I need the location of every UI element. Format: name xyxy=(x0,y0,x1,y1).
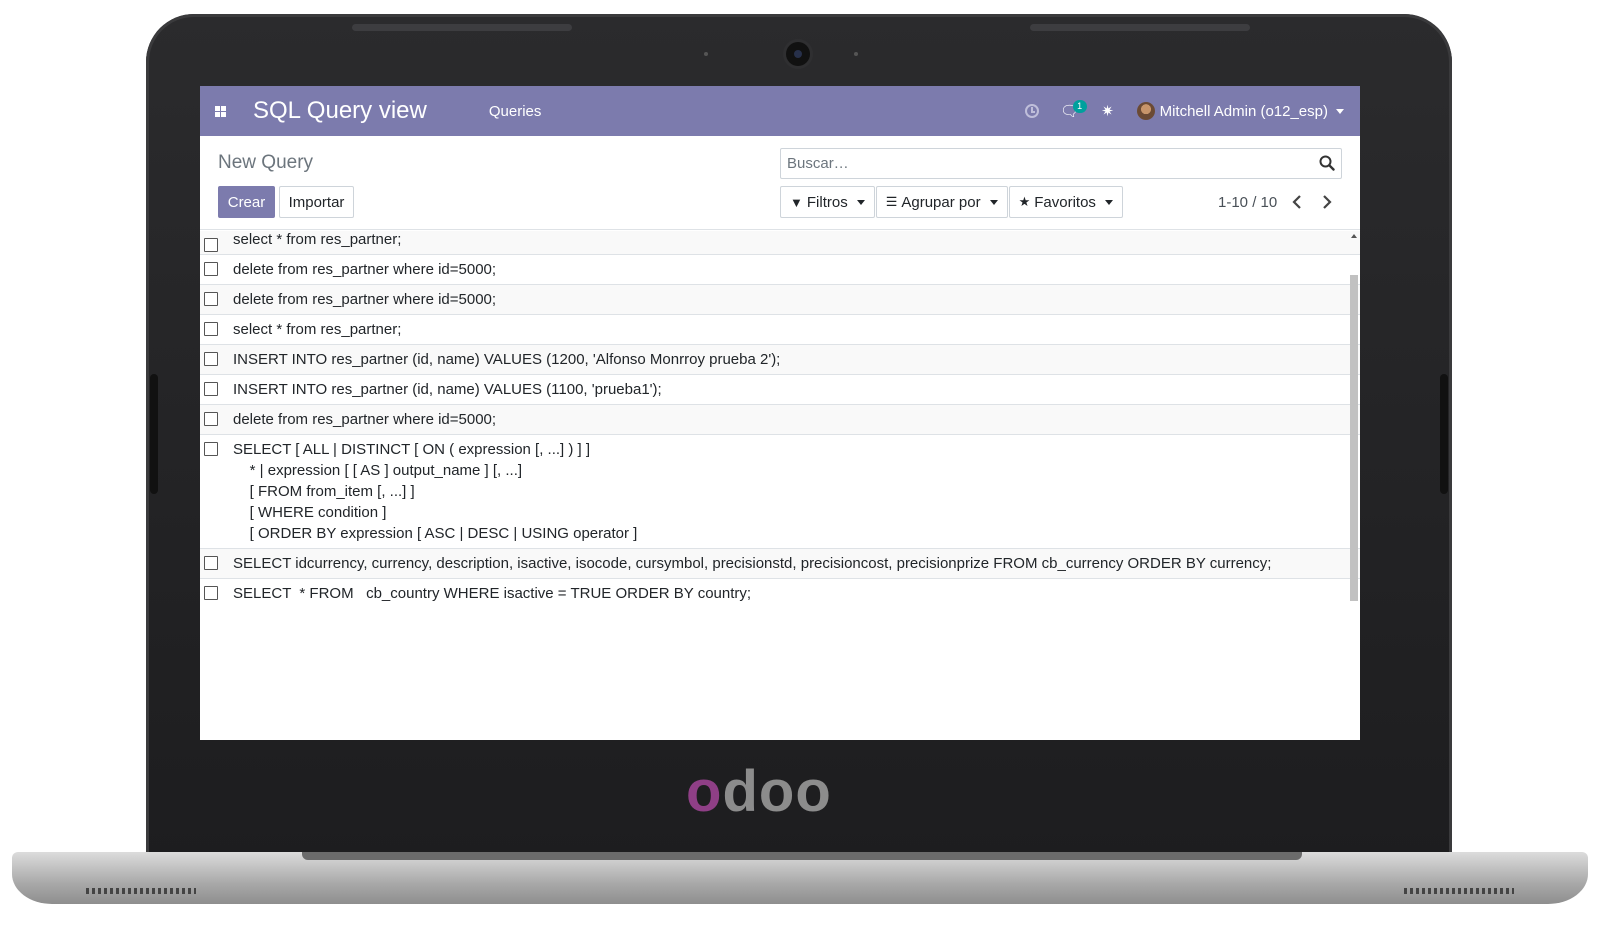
import-button[interactable]: Importar xyxy=(279,186,354,218)
query-text: delete from res_partner where id=5000; xyxy=(233,411,497,428)
list-row[interactable]: select * from res_partner; xyxy=(200,315,1360,345)
row-checkbox[interactable] xyxy=(204,238,218,252)
messages-count-badge: 1 xyxy=(1072,100,1087,113)
odoo-logo: o d o o xyxy=(686,759,831,824)
lid-edge xyxy=(150,374,158,494)
app-title[interactable]: SQL Query view xyxy=(253,97,427,125)
query-text: INSERT INTO res_partner (id, name) VALUE… xyxy=(233,351,781,368)
query-text: SELECT [ ALL | DISTINCT [ ON ( expressio… xyxy=(233,441,638,542)
list-row[interactable]: INSERT INTO res_partner (id, name) VALUE… xyxy=(200,375,1360,405)
star-icon: ★ xyxy=(1018,194,1031,209)
pager-next-button[interactable] xyxy=(1314,188,1340,216)
filters-label: Filtros xyxy=(806,193,848,211)
row-checkbox[interactable] xyxy=(204,292,218,306)
lid-ridge xyxy=(352,24,572,31)
lid-edge xyxy=(1440,374,1448,494)
row-checkbox[interactable] xyxy=(204,352,218,366)
query-text: select * from res_partner; xyxy=(233,321,402,338)
list-icon: ☰ xyxy=(885,194,898,209)
row-checkbox[interactable] xyxy=(204,442,218,456)
search-options: ▼ Filtros ☰ Agrupar por ★ Favoritos xyxy=(780,186,1124,218)
screen: SQL Query view Queries 🗨︎ 1 ✷ Mitchell A… xyxy=(200,86,1360,740)
main-navbar: SQL Query view Queries 🗨︎ 1 ✷ Mitchell A… xyxy=(200,86,1360,136)
mic-dot xyxy=(854,52,858,56)
lid-ridge xyxy=(1030,24,1250,31)
list-row[interactable]: SELECT idcurrency, currency, description… xyxy=(200,549,1360,579)
navbar-systray: 🗨︎ 1 ✷ Mitchell Admin (o12_esp) xyxy=(1013,86,1344,136)
search-input[interactable] xyxy=(781,155,1301,172)
bug-icon: ✷ xyxy=(1101,103,1114,120)
control-panel: New Query Crear Importar ▼ Filtros ☰ Agr… xyxy=(200,136,1360,230)
messages-button[interactable]: 🗨︎ 1 xyxy=(1051,86,1089,136)
avatar xyxy=(1136,102,1155,120)
speaker-grille xyxy=(1404,888,1514,894)
row-checkbox[interactable] xyxy=(204,262,218,276)
clock-icon xyxy=(1024,104,1039,118)
row-checkbox[interactable] xyxy=(204,412,218,426)
list-row[interactable]: SELECT * FROM cb_country WHERE isactive … xyxy=(200,579,1360,608)
query-text: delete from res_partner where id=5000; xyxy=(233,291,497,308)
logo-letter-o: o xyxy=(686,759,721,824)
laptop-base xyxy=(12,852,1588,904)
speaker-grille xyxy=(86,888,196,894)
filters-dropdown[interactable]: ▼ Filtros xyxy=(780,186,875,218)
logo-letter-o: o xyxy=(795,759,830,824)
logo-letter-o: o xyxy=(758,759,794,824)
chevron-down-icon xyxy=(856,199,865,205)
query-text: SELECT idcurrency, currency, description… xyxy=(233,555,1272,572)
scroll-up-icon[interactable] xyxy=(1351,234,1357,238)
search-bar xyxy=(780,148,1342,179)
webcam-icon xyxy=(786,42,810,66)
breadcrumb: New Query xyxy=(218,152,314,173)
user-menu[interactable]: Mitchell Admin (o12_esp) xyxy=(1136,102,1344,120)
favorites-label: Favoritos xyxy=(1034,193,1096,211)
list-row[interactable]: select * from res_partner; xyxy=(200,231,1360,255)
group-by-label: Agrupar por xyxy=(901,193,981,211)
chevron-right-icon xyxy=(1323,195,1332,209)
debug-button[interactable]: ✷ xyxy=(1089,86,1127,136)
chevron-down-icon xyxy=(1104,199,1113,205)
row-checkbox[interactable] xyxy=(204,586,218,600)
menu-item-queries[interactable]: Queries xyxy=(489,103,542,120)
list-row[interactable]: SELECT [ ALL | DISTINCT [ ON ( expressio… xyxy=(200,435,1360,549)
scrollbar-thumb[interactable] xyxy=(1350,275,1358,601)
list-row[interactable]: delete from res_partner where id=5000; xyxy=(200,285,1360,315)
group-by-dropdown[interactable]: ☰ Agrupar por xyxy=(875,186,1008,218)
query-text: SELECT * FROM cb_country WHERE isactive … xyxy=(233,585,752,602)
list-row[interactable]: INSERT INTO res_partner (id, name) VALUE… xyxy=(200,345,1360,375)
mic-dot xyxy=(704,52,708,56)
row-checkbox[interactable] xyxy=(204,382,218,396)
favorites-dropdown[interactable]: ★ Favoritos xyxy=(1008,186,1123,218)
apps-menu-button[interactable] xyxy=(200,86,240,136)
row-checkbox[interactable] xyxy=(204,322,218,336)
row-checkbox[interactable] xyxy=(204,556,218,570)
query-list: select * from res_partner; delete from r… xyxy=(200,231,1360,740)
query-text: INSERT INTO res_partner (id, name) VALUE… xyxy=(233,381,662,398)
filter-icon: ▼ xyxy=(790,194,803,210)
query-text: select * from res_partner; xyxy=(233,231,402,248)
activities-button[interactable] xyxy=(1013,86,1051,136)
search-icon[interactable] xyxy=(1319,155,1335,171)
base-groove xyxy=(302,852,1302,860)
chevron-down-icon xyxy=(989,199,998,205)
list-row[interactable]: delete from res_partner where id=5000; xyxy=(200,255,1360,285)
list-row[interactable]: delete from res_partner where id=5000; xyxy=(200,405,1360,435)
pager-previous-button[interactable] xyxy=(1284,188,1310,216)
chevron-left-icon xyxy=(1292,195,1301,209)
chevron-down-icon xyxy=(1336,108,1344,114)
pager-value[interactable]: 1-10 / 10 xyxy=(1218,194,1277,211)
user-name: Mitchell Admin (o12_esp) xyxy=(1159,102,1328,120)
query-text: delete from res_partner where id=5000; xyxy=(233,261,497,278)
create-button[interactable]: Crear xyxy=(218,186,275,218)
logo-letter-d: d xyxy=(722,759,757,824)
apps-grid-icon xyxy=(214,105,226,117)
vertical-scrollbar[interactable] xyxy=(1349,231,1359,603)
